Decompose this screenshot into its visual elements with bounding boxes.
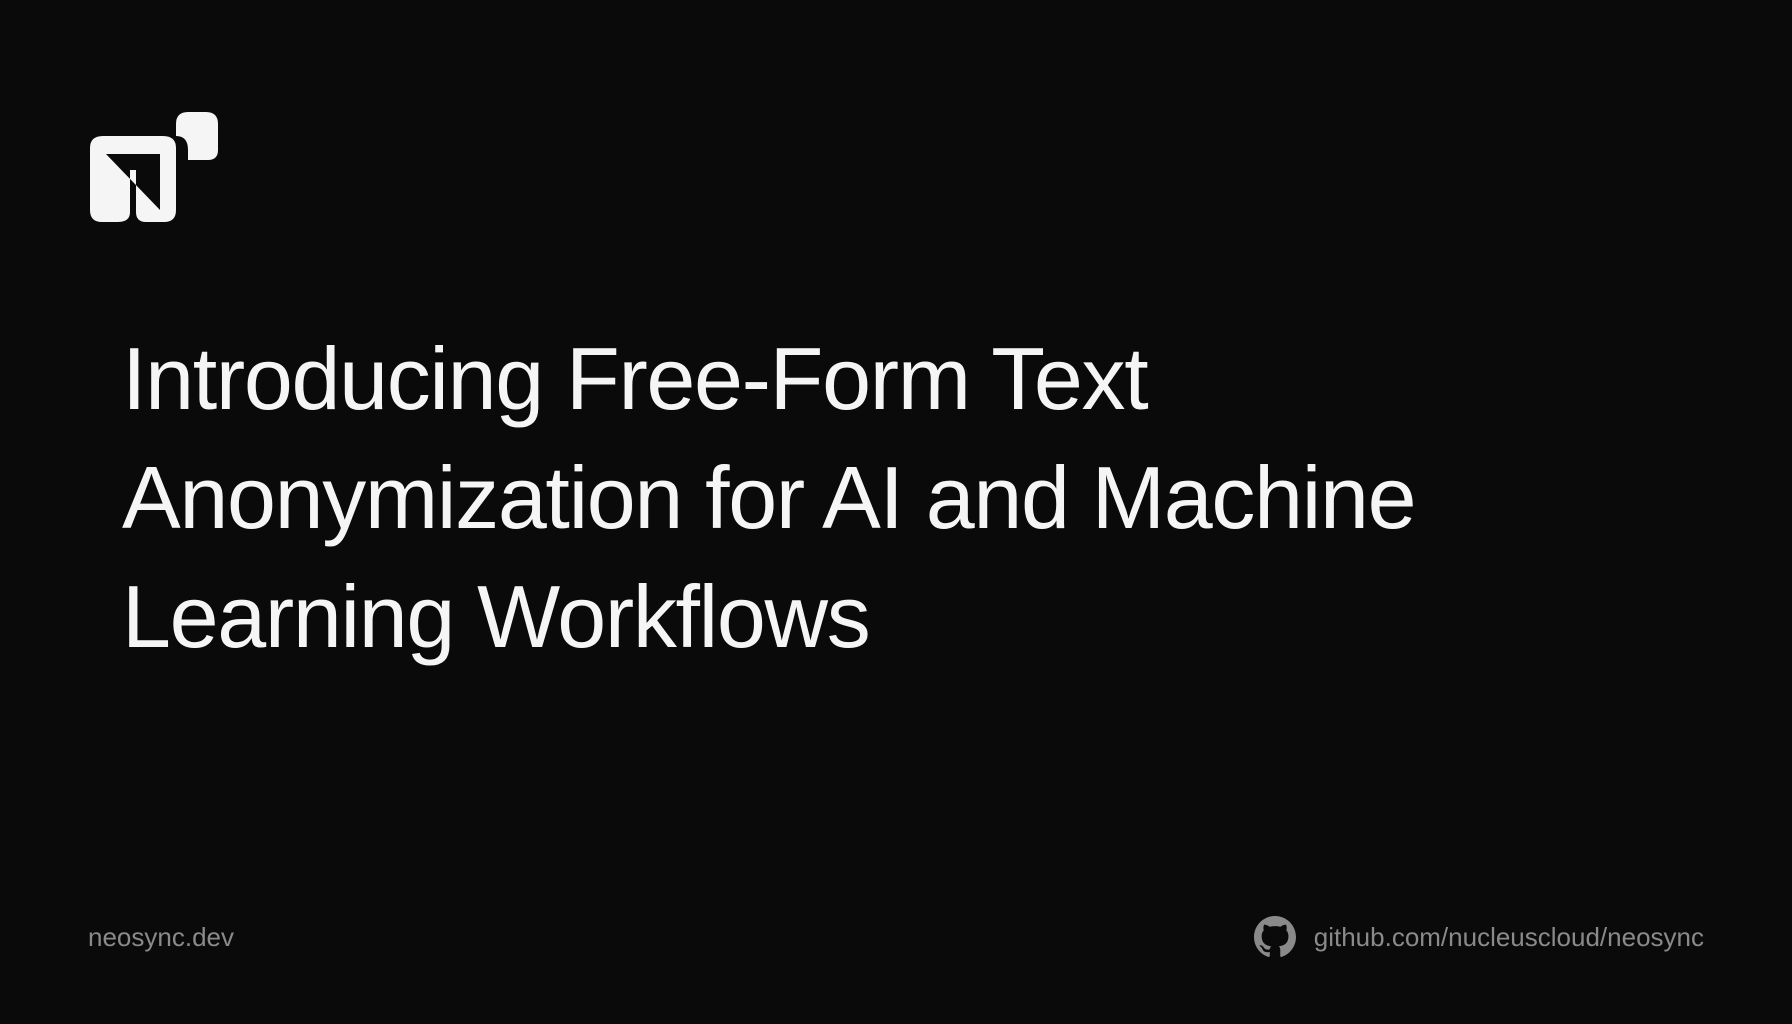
github-icon: [1254, 916, 1296, 958]
site-url: neosync.dev: [88, 922, 234, 953]
neosync-logo: [88, 112, 218, 222]
github-link: github.com/nucleuscloud/neosync: [1254, 916, 1704, 958]
github-url: github.com/nucleuscloud/neosync: [1314, 922, 1704, 953]
footer: neosync.dev github.com/nucleuscloud/neos…: [88, 916, 1704, 958]
page-title: Introducing Free-Form Text Anonymization…: [122, 320, 1692, 676]
